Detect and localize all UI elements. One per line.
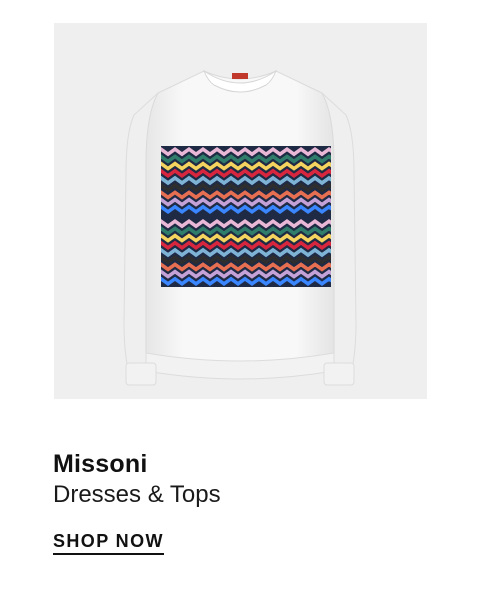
sweatshirt-image [123,69,357,386]
neck-tag [232,73,248,79]
left-cuff [125,362,157,386]
shop-now-link[interactable]: SHOP NOW [53,531,164,555]
product-card[interactable]: Missoni Dresses & Tops SHOP NOW [0,0,480,607]
brand-name: Missoni [53,450,148,478]
right-cuff [323,362,355,386]
product-category: Dresses & Tops [53,481,221,508]
product-image[interactable] [54,23,427,399]
